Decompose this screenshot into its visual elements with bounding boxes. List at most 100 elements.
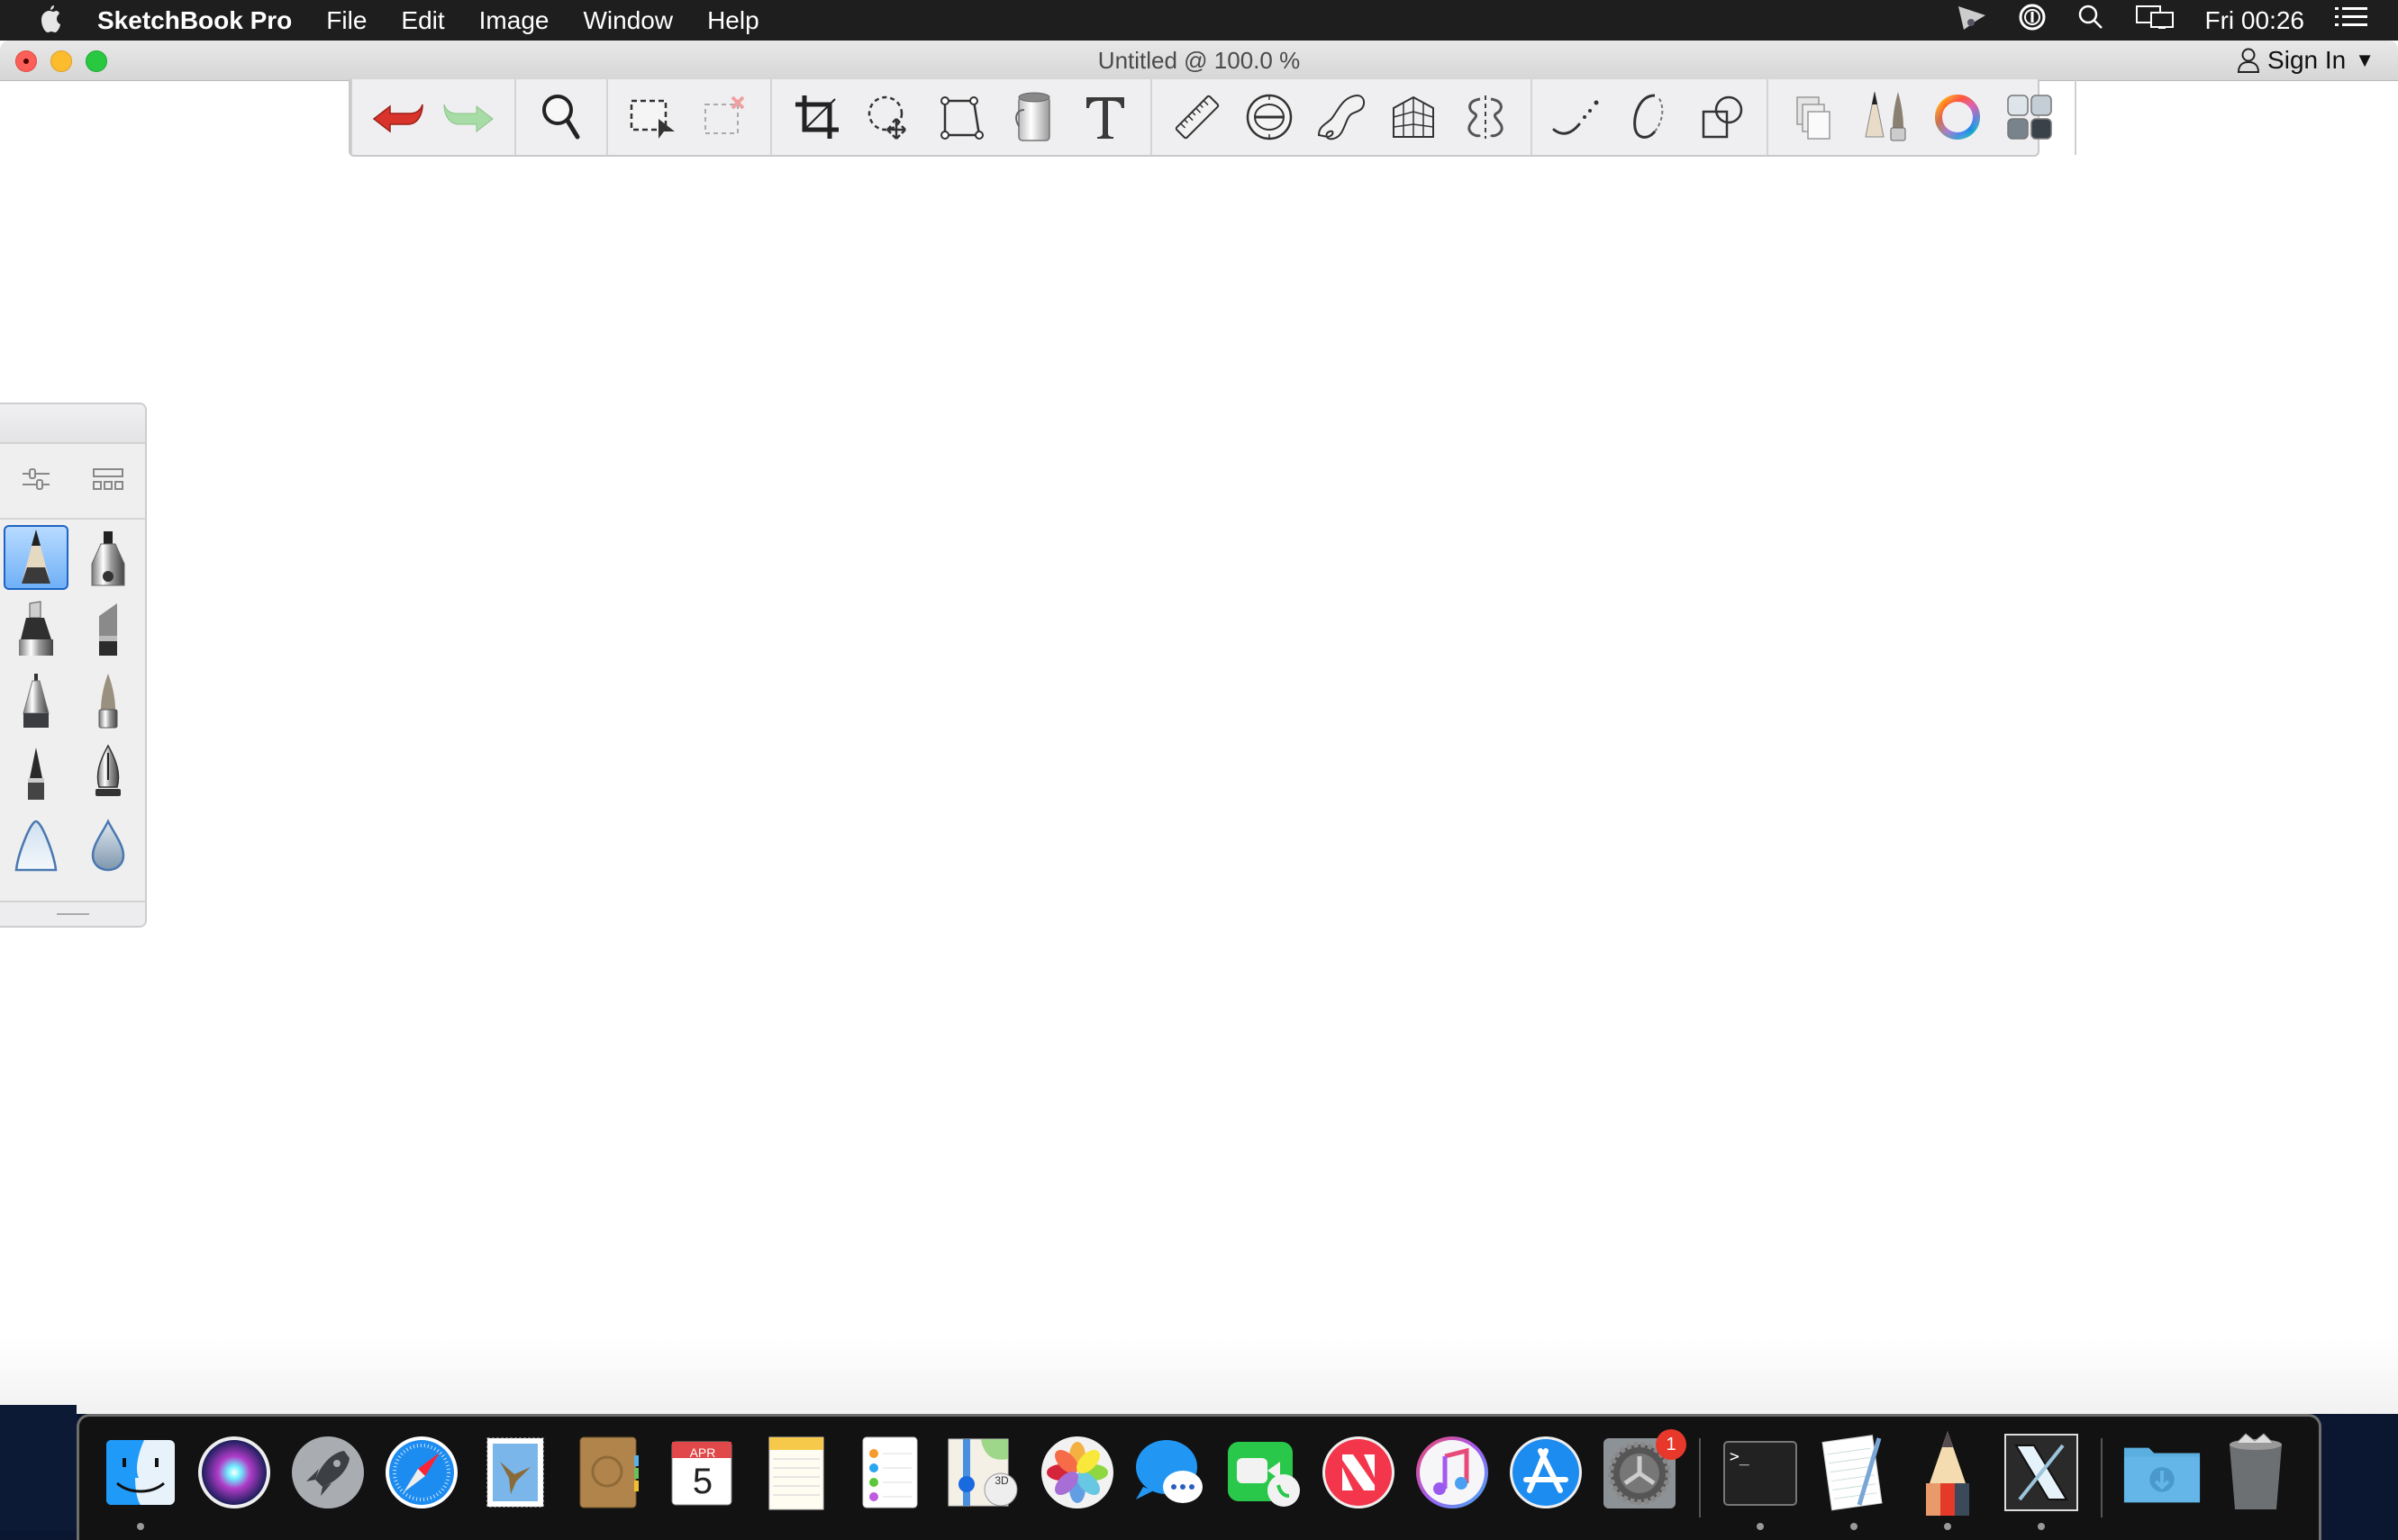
mail-stamp-icon (486, 1437, 544, 1508)
menu-file[interactable]: File (326, 6, 367, 35)
menu-window[interactable]: Window (583, 6, 673, 35)
copic-library-button[interactable] (1994, 81, 2066, 153)
brush-felt-pen[interactable] (4, 741, 68, 806)
dock-safari[interactable] (375, 1417, 468, 1534)
apple-logo-icon[interactable] (36, 5, 67, 37)
brush-palette (0, 403, 147, 928)
calendar-day: 5 (692, 1462, 713, 1501)
dock-textedit[interactable] (1807, 1417, 1901, 1534)
brush-sets-icon[interactable] (92, 467, 124, 495)
color-editor-button[interactable] (1921, 81, 1994, 153)
perspective-guide-button[interactable] (1377, 81, 1449, 153)
spotlight-search-icon[interactable] (2077, 4, 2104, 37)
crop-tool-button[interactable] (781, 81, 853, 153)
select-tool-button[interactable] (617, 81, 689, 153)
downloads-folder-icon (2123, 1447, 2201, 1503)
dock: APR 5 3D 1 >_ (77, 1414, 2321, 1540)
transform-tool-button[interactable] (853, 81, 925, 153)
fill-tool-button[interactable] (997, 81, 1069, 153)
predictive-stroke-button[interactable] (1613, 81, 1685, 153)
window-title: Untitled @ 100.0 % (1097, 47, 1301, 74)
menu-image[interactable]: Image (479, 6, 550, 35)
dock-app-store[interactable] (1499, 1417, 1593, 1534)
list-icon[interactable] (2335, 5, 2367, 35)
french-curve-button[interactable] (1305, 81, 1377, 153)
dock-maps[interactable]: 3D (937, 1417, 1031, 1534)
dock-finder[interactable] (94, 1417, 187, 1534)
symmetry-icon (1467, 95, 1503, 139)
dock-facetime[interactable] (1218, 1417, 1312, 1534)
shapes-button[interactable] (1685, 81, 1758, 153)
dock-siri[interactable] (187, 1417, 281, 1534)
zoom-tool-button[interactable] (525, 81, 597, 153)
brush-hard-eraser[interactable] (4, 813, 68, 878)
dock-news[interactable] (1312, 1417, 1405, 1534)
lasso-move-icon (867, 95, 906, 140)
clear-selection-button[interactable] (689, 81, 761, 153)
dock-contacts[interactable] (562, 1417, 656, 1534)
itunes-music-icon (1416, 1436, 1488, 1508)
sketchbook-window: Untitled @ 100.0 % Sign In ▼ (0, 41, 2398, 1414)
sketchbook-pencil-icon (1926, 1431, 1969, 1516)
dock-itunes[interactable] (1405, 1417, 1499, 1534)
brush-pencil[interactable] (4, 525, 68, 590)
dock-launchpad[interactable] (281, 1417, 375, 1534)
toolbar-grip-right[interactable] (2075, 79, 2076, 155)
text-tool-button[interactable] (1069, 81, 1141, 153)
menu-help[interactable]: Help (707, 6, 759, 35)
brush-airbrush[interactable] (76, 525, 141, 590)
dock-sketchbook-pro[interactable] (1901, 1417, 1994, 1534)
brush-paintbrush[interactable] (76, 669, 141, 734)
toolbar-group-history (352, 79, 516, 155)
rocket-icon (292, 1436, 364, 1508)
sign-in-button[interactable]: Sign In ▼ (2237, 41, 2375, 80)
canvas-area[interactable] (0, 1337, 2398, 1414)
password-manager-icon[interactable] (2018, 3, 2047, 38)
color-wheel-icon (1935, 95, 1980, 140)
menu-edit[interactable]: Edit (401, 6, 444, 35)
undo-button[interactable] (361, 81, 433, 153)
brush-palette-header[interactable] (0, 404, 145, 444)
fountain-pen-nib-icon (95, 744, 121, 796)
brush-fountain-pen[interactable] (76, 741, 141, 806)
brush-properties-icon[interactable] (21, 466, 51, 497)
layers-button[interactable] (1777, 81, 1849, 153)
dock-system-preferences[interactable]: 1 (1593, 1417, 1686, 1534)
dock-trash[interactable] (2209, 1417, 2303, 1534)
dock-terminal[interactable]: >_ (1713, 1417, 1807, 1534)
dock-messages[interactable] (1124, 1417, 1218, 1534)
dock-notes[interactable] (749, 1417, 843, 1534)
symmetry-button[interactable] (1449, 81, 1521, 153)
dock-xquartz[interactable] (1994, 1417, 2088, 1534)
brush-marker[interactable] (4, 597, 68, 662)
brush-palette-resize-handle[interactable] (0, 901, 145, 926)
redo-button[interactable] (433, 81, 505, 153)
textedit-icon (1821, 1435, 1883, 1511)
brush-library-button[interactable] (1849, 81, 1921, 153)
dock-mail[interactable] (468, 1417, 562, 1534)
display-mirroring-icon[interactable] (2135, 4, 2175, 37)
brush-ballpoint-pen[interactable] (4, 669, 68, 734)
ruler-button[interactable] (1161, 81, 1233, 153)
clock[interactable]: Fri 00:26 (2205, 6, 2305, 35)
cast-icon[interactable] (1957, 3, 1987, 38)
shapes-icon (1702, 95, 1743, 139)
brush-chisel-marker[interactable] (76, 597, 141, 662)
toolbar-group-zoom (516, 79, 608, 155)
app-menu[interactable]: SketchBook Pro (97, 6, 292, 35)
toolbar-group-selection (608, 79, 772, 155)
distort-tool-button[interactable] (925, 81, 997, 153)
dock-photos[interactable] (1031, 1417, 1124, 1534)
title-bar[interactable]: Untitled @ 100.0 % Sign In ▼ (0, 41, 2398, 81)
dock-downloads-stack[interactable] (2115, 1417, 2209, 1534)
steady-stroke-button[interactable] (1541, 81, 1613, 153)
brush-soft-eraser[interactable] (76, 813, 141, 878)
notes-icon (768, 1436, 824, 1510)
ellipse-guide-button[interactable] (1233, 81, 1305, 153)
photos-icon (1041, 1436, 1113, 1508)
ballpoint-pen-icon (23, 674, 50, 728)
perspective-grid-icon (1393, 95, 1434, 138)
dock-reminders[interactable] (843, 1417, 937, 1534)
running-indicator (1944, 1523, 1951, 1530)
dock-calendar[interactable]: APR 5 (656, 1417, 749, 1534)
